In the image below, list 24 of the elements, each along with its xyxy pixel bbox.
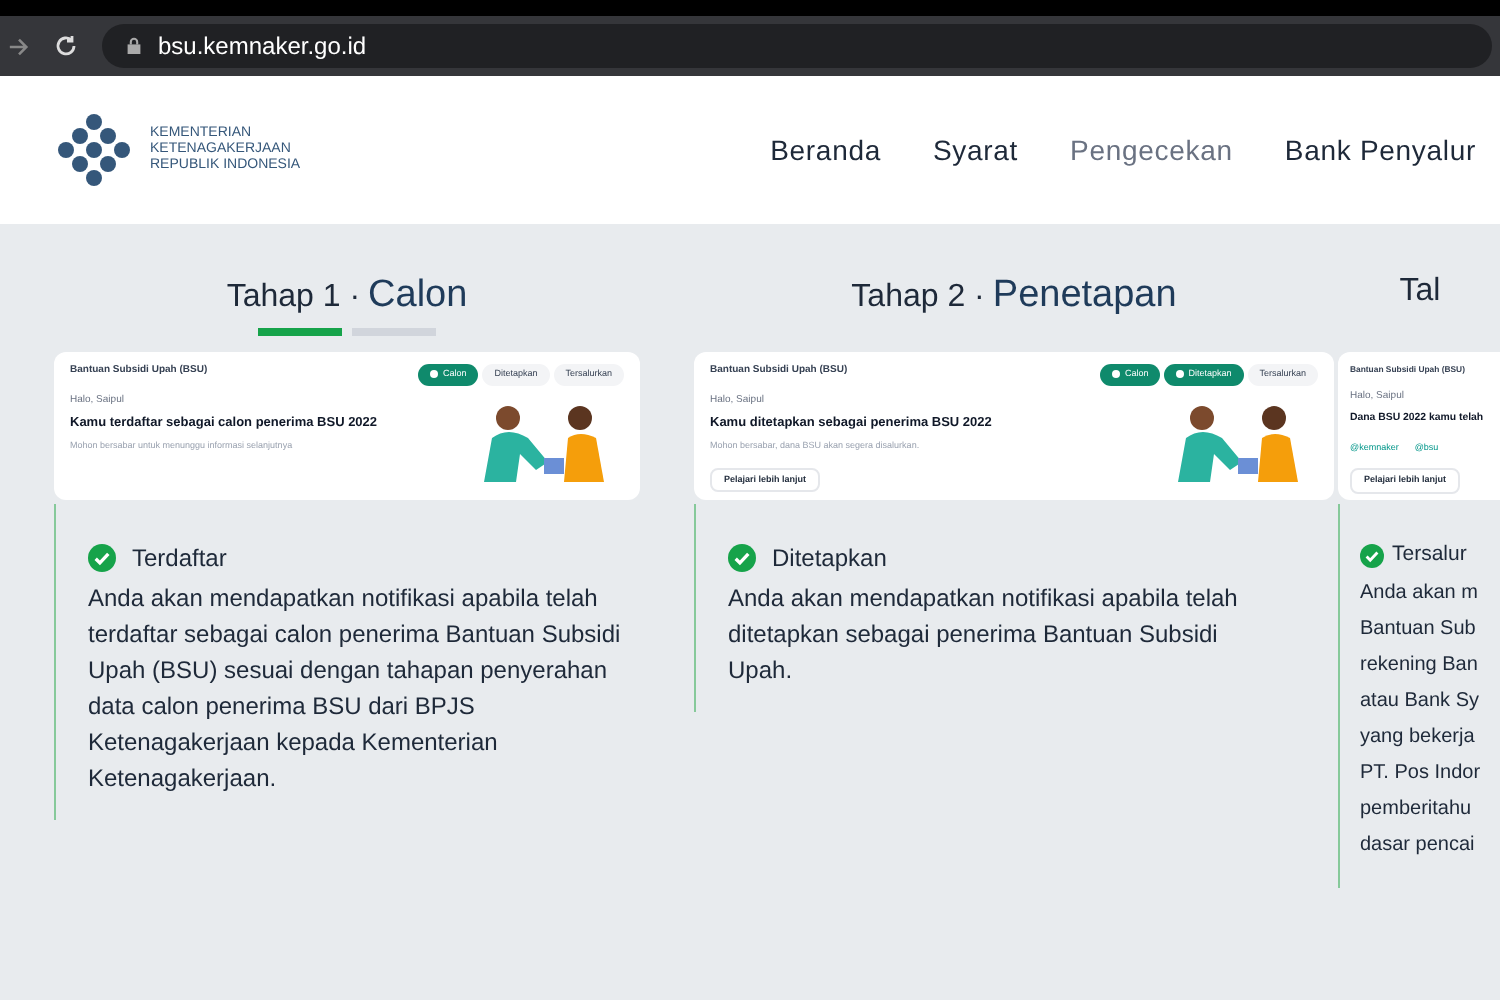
nav-link[interactable]: Syarat [932, 129, 1019, 171]
status-label: Tersalur [1392, 540, 1467, 570]
stage-step-label: Tahap 1 · [226, 278, 361, 318]
status-label: Ditetapkan [772, 542, 887, 576]
address-bar[interactable]: bsu.kemnaker.go.id [102, 24, 1492, 68]
logo-icon[interactable] [54, 110, 134, 190]
check-circle-icon [88, 544, 116, 572]
lock-icon [126, 36, 142, 56]
stage-step-label: Tahap 2 · [851, 278, 985, 318]
status-label: Terdaftar [132, 542, 227, 576]
stage-description: Anda akan mendapatkan notifikasi apabila telah terdaftar sebagai calon penerima Bantuan Subsidi Upah (BSU) sesuai dengan tahapan penyerahan data calon penerima BSU dari BPJS Ketenagakerjaan kepada Kementerian Ketenagakerjaan. [88, 582, 623, 796]
url-text: bsu.kemnaker.go.id [158, 30, 367, 64]
stage-description: Anda akan m Bantuan Sub rekening Ban atau Bank Sy yang bekerja PT. Pos Indor pemberitahu dasar pencai [1360, 579, 1483, 860]
nav-link[interactable]: Bank Penyalur [1284, 129, 1476, 171]
reload-icon[interactable] [54, 34, 78, 58]
nav-link[interactable]: Beranda [770, 129, 881, 171]
forward-arrow-icon[interactable] [8, 35, 30, 57]
stage-name: Penetapan [992, 272, 1177, 320]
stage-description: Anda akan mendapatkan notifikasi apabila telah ditetapkan sebagai penerima Bantuan Subsidi Upah. [728, 582, 1240, 688]
nav-link[interactable]: Pengecekan [1070, 129, 1233, 171]
stage-name: Calon [368, 272, 468, 320]
check-circle-icon [1360, 543, 1384, 568]
stage-step-label: Tal [1399, 272, 1441, 312]
check-circle-icon [728, 544, 756, 572]
